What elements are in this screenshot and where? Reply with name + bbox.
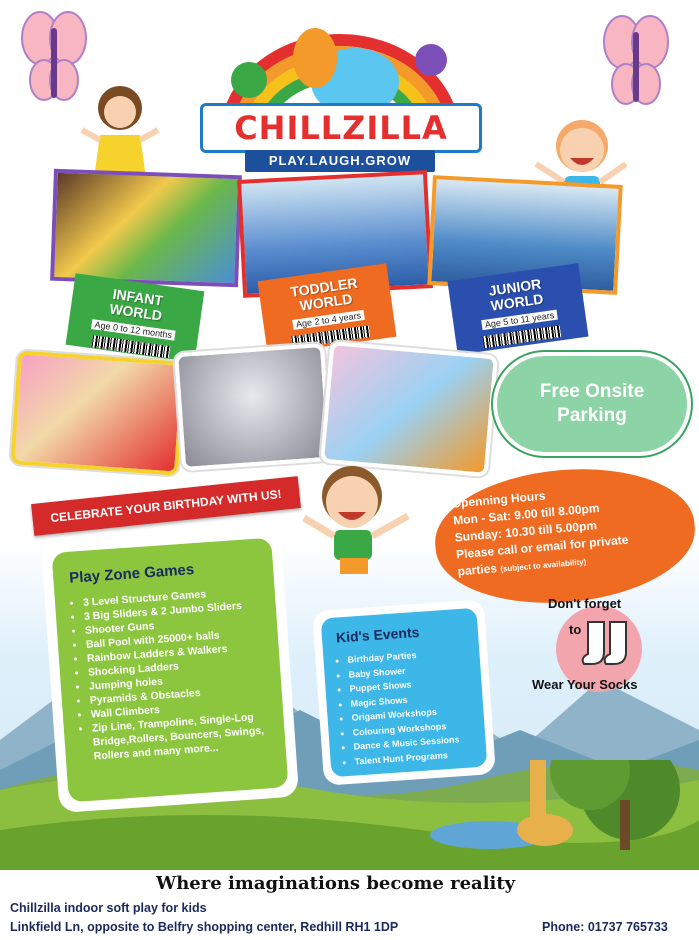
socks-reminder-line3: Wear Your Socks	[532, 677, 638, 692]
confetti-kid-photo	[174, 342, 332, 472]
venue-address: Linkfield Ln, opposite to Belfry shoppin…	[10, 920, 399, 934]
play-zone-card: Play Zone Games 3 Level Structure Games …	[40, 526, 300, 814]
socks-reminder-line1: Don't forget	[548, 596, 622, 611]
hours-private-parties: parties	[457, 561, 498, 579]
parking-callout: Free Onsite Parking	[493, 352, 691, 456]
parking-line1: Free Onsite	[539, 381, 645, 402]
kids-events-list: Birthday Parties Baby Shower Puppet Show…	[335, 644, 477, 769]
kids-events-title: Kid's Events	[335, 623, 420, 646]
birthday-party-photo	[10, 350, 186, 476]
logo-title-box: CHILLZILLA	[200, 103, 482, 153]
barcode-icon	[91, 335, 171, 359]
jumping-boy-illustration	[302, 466, 410, 574]
socks-reminder-line2: to	[569, 622, 582, 637]
infant-world-ticket: INFANT WORLD Age 0 to 12 months	[65, 273, 205, 363]
hours-availability-note: (subject to availability)	[499, 557, 587, 574]
butterfly-icon	[603, 15, 669, 105]
girl-character-illustration	[80, 86, 160, 178]
venue-phone: Phone: 01737 765733	[542, 920, 668, 934]
footer-tagline: Where imaginations become reality	[156, 873, 516, 894]
kids-events-card: Kid's Events Birthday Parties Baby Showe…	[312, 599, 496, 786]
infant-world-photo	[50, 168, 242, 288]
brand-name: CHILLZILLA	[234, 109, 448, 147]
venue-name: Chillzilla indoor soft play for kids	[10, 901, 207, 915]
birthday-banner: CELEBRATE YOUR BIRTHDAY WITH US!	[31, 476, 301, 536]
parking-line2: Parking	[557, 405, 627, 426]
brand-tagline: PLAY.LAUGH.GROW	[245, 150, 435, 172]
kids-party-photo	[320, 340, 498, 478]
play-zone-title: Play Zone Games	[68, 561, 195, 587]
socks-icon	[581, 621, 627, 665]
barcode-icon	[482, 325, 562, 349]
play-zone-list: 3 Level Structure Games 3 Big Sliders & …	[69, 583, 274, 764]
